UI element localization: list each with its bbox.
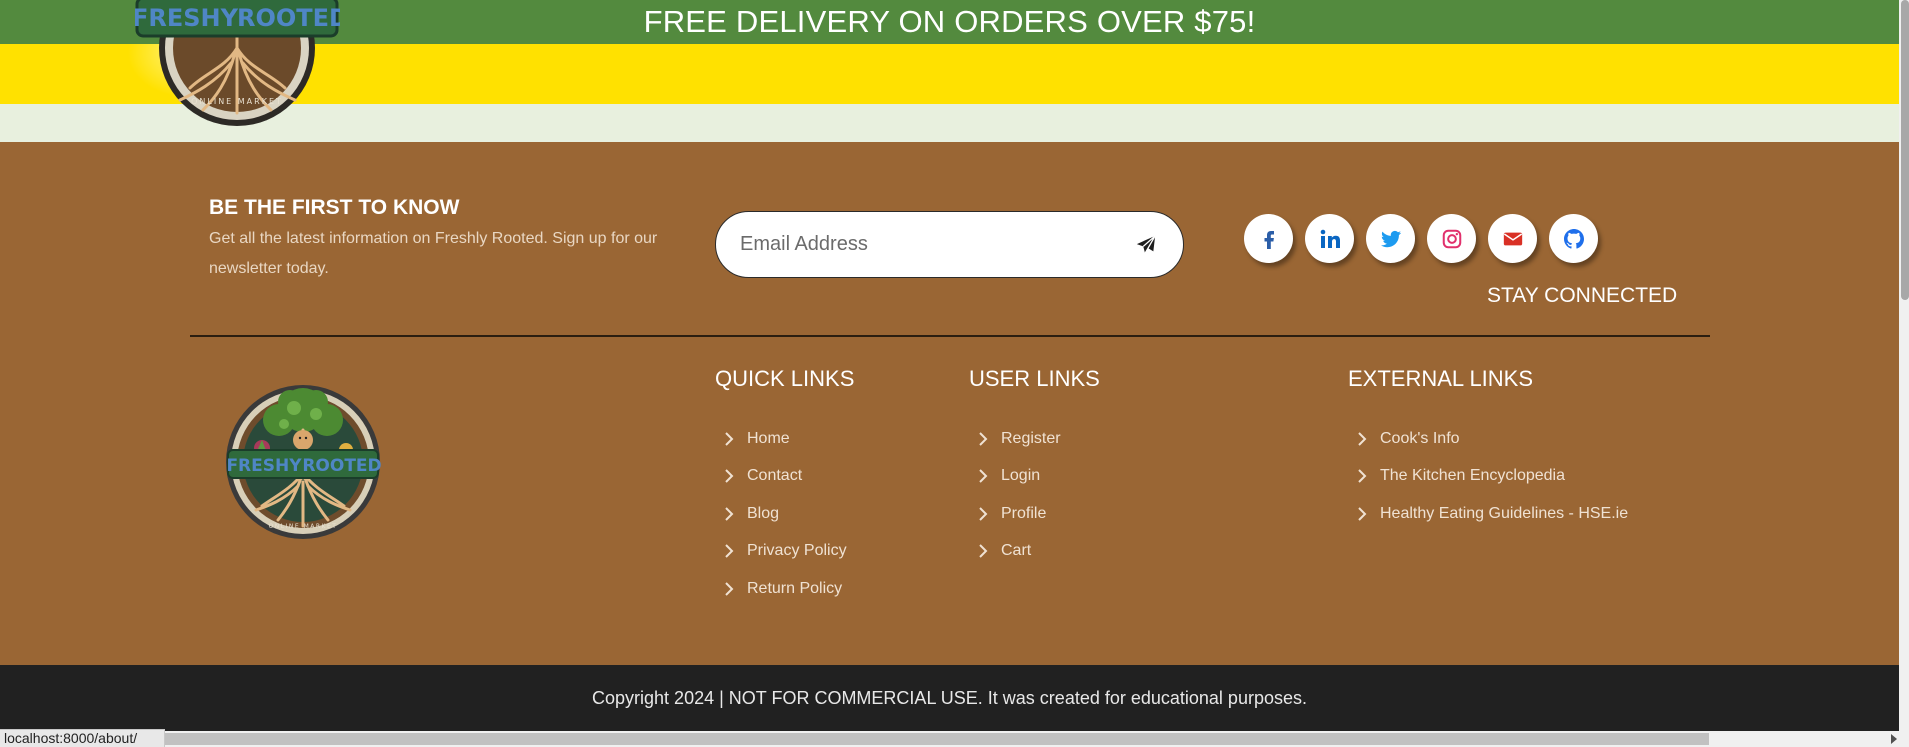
twitter-link[interactable] [1366,214,1415,263]
quick-links-column: QUICK LINKS Home Contact Blog Privacy Po… [715,366,854,608]
horizontal-scrollbar[interactable] [160,731,1909,747]
linkedin-link[interactable] [1305,214,1354,263]
newsletter-description: Get all the latest information on Freshl… [209,230,658,277]
facebook-icon [1264,230,1274,249]
quick-link-privacy-policy[interactable]: Privacy Policy [715,533,854,571]
logo-word-1: FRESHY [135,4,239,32]
newsletter-heading: BE THE FIRST TO KNOW [209,196,460,219]
vertical-scrollbar[interactable] [1899,0,1909,731]
copyright-text: Copyright 2024 | NOT FOR COMMERCIAL USE.… [592,687,1307,708]
external-link-label: Healthy Eating Guidelines - HSE.ie [1380,504,1629,522]
twitter-icon [1380,230,1401,247]
chevron-right-icon [723,577,747,601]
newsletter-form [715,211,1184,278]
user-link-label: Cart [1001,542,1032,560]
email-link[interactable] [1488,214,1537,263]
user-link-login[interactable]: Login [969,458,1100,496]
quick-link-contact[interactable]: Contact [715,458,854,496]
chevron-right-icon [1356,464,1380,488]
footer-logo-word-1: FRESHY [226,456,302,476]
user-link-profile[interactable]: Profile [969,495,1100,533]
chevron-right-icon [977,464,1001,488]
chevron-right-icon [723,502,747,526]
chevron-right-icon [723,427,747,451]
quick-link-label: Home [747,429,790,447]
github-icon [1563,228,1584,249]
chevron-right-icon [977,502,1001,526]
instagram-link[interactable] [1427,214,1476,263]
chevron-right-icon [1356,502,1380,526]
footer-logo-tagline: ONLINE MARKET [269,523,338,530]
quick-link-label: Privacy Policy [747,542,847,560]
chevron-right-icon [977,539,1001,563]
quick-link-blog[interactable]: Blog [715,495,854,533]
user-links-heading: USER LINKS [969,366,1100,391]
external-link-hse-guidelines[interactable]: Healthy Eating Guidelines - HSE.ie [1348,495,1628,533]
footer-logo[interactable]: FRESHY ROOTED ONLINE MARKET [224,378,382,540]
chevron-right-icon [723,464,747,488]
user-link-label: Login [1001,467,1041,485]
paper-plane-icon [1136,235,1156,254]
horizontal-scrollbar-thumb[interactable] [162,733,1709,745]
chevron-right-icon [977,427,1001,451]
github-link[interactable] [1549,214,1598,263]
instagram-icon [1442,229,1461,248]
logo-word-2: ROOTED [237,4,340,32]
stay-connected-label: STAY CONNECTED [1487,284,1678,307]
linkedin-icon [1320,229,1340,248]
copyright-bar: Copyright 2024 | NOT FOR COMMERCIAL USE.… [0,665,1899,731]
user-link-label: Profile [1001,504,1047,522]
user-links-column: USER LINKS Register Login Profile Cart [969,366,1100,570]
delivery-message: FREE DELIVERY ON ORDERS OVER $75! [643,4,1256,39]
chevron-right-icon [723,539,747,563]
external-link-cooks-info[interactable]: Cook's Info [1348,420,1628,458]
external-link-label: The Kitchen Encyclopedia [1380,467,1565,485]
site-footer: BE THE FIRST TO KNOW Get all the latest … [0,142,1899,665]
logo-tagline: ONLINE MARKET [191,97,283,106]
facebook-link[interactable] [1244,214,1293,263]
external-link-kitchen-encyclopedia[interactable]: The Kitchen Encyclopedia [1348,458,1628,496]
footer-divider [190,335,1710,337]
external-links-column: EXTERNAL LINKS Cook's Info The Kitchen E… [1348,366,1628,533]
scroll-right-arrow-icon[interactable] [1891,734,1897,744]
quick-links-heading: QUICK LINKS [715,366,855,391]
user-link-cart[interactable]: Cart [969,533,1100,571]
header-logo[interactable]: FRESHY ROOTED ONLINE MARKET [135,0,340,128]
social-links [1244,214,1598,263]
quick-link-home[interactable]: Home [715,420,854,458]
subscribe-button[interactable] [1131,230,1161,260]
external-links-heading: EXTERNAL LINKS [1348,366,1534,391]
quick-link-return-policy[interactable]: Return Policy [715,570,854,608]
user-link-register[interactable]: Register [969,420,1100,458]
quick-link-label: Contact [747,467,803,485]
quick-link-label: Blog [747,504,780,522]
browser-status-url: localhost:8000/about/ [0,729,165,747]
footer-logo-word-2: ROOTED [302,456,381,476]
page: FREE DELIVERY ON ORDERS OVER $75! FRESHY… [0,0,1899,747]
email-input[interactable] [740,212,1110,276]
envelope-icon [1503,232,1522,245]
user-link-label: Register [1001,429,1061,447]
quick-link-label: Return Policy [747,579,843,597]
chevron-right-icon [1356,427,1380,451]
external-link-label: Cook's Info [1380,429,1460,447]
vertical-scrollbar-thumb[interactable] [1901,0,1909,300]
